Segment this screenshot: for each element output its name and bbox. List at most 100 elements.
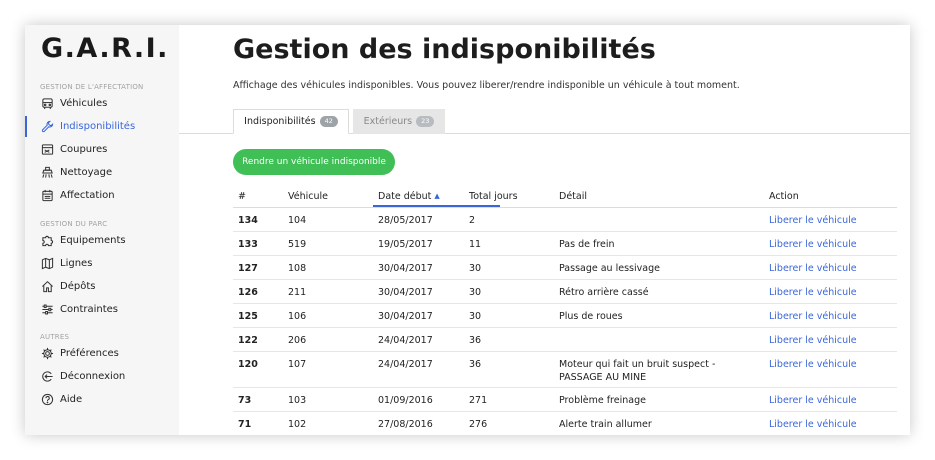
sidebar-item-label: Contraintes xyxy=(60,304,118,315)
sidebar-item-depots[interactable]: Dépôts xyxy=(25,276,179,297)
cleaning-icon xyxy=(41,166,54,179)
sidebar-item-contraintes[interactable]: Contraintes xyxy=(25,299,179,320)
release-vehicle-link[interactable]: Liberer le véhicule xyxy=(769,262,857,275)
cell-vehicle: 519 xyxy=(288,239,307,250)
cell-detail: Pas de frein xyxy=(559,239,615,250)
tab-indisponibilites[interactable]: Indisponibilités 42 xyxy=(233,109,349,134)
column-header-label: Date début xyxy=(378,191,432,202)
cell-total-days: 30 xyxy=(469,287,482,298)
sidebar-item-vehicules[interactable]: Véhicules xyxy=(25,93,179,114)
column-header-detail[interactable]: Détail xyxy=(559,191,587,202)
table-row: 120 107 24/04/2017 36 Moteur qui fait un bru… xyxy=(233,352,897,388)
cell-total-days: 36 xyxy=(469,359,482,370)
column-header-date[interactable]: Date début ▲ xyxy=(373,191,500,207)
cell-id: 122 xyxy=(238,335,258,346)
cell-vehicle: 108 xyxy=(288,263,307,274)
table-row: 122 206 24/04/2017 36 Liberer le véhicule xyxy=(233,328,897,352)
cell-date: 27/08/2016 xyxy=(378,419,433,430)
unavailability-table: # Véhicule Date début ▲ Total jours Détai… xyxy=(233,187,897,435)
sidebar-item-equipements[interactable]: Equipements xyxy=(25,230,179,251)
cell-vehicle: 206 xyxy=(288,335,307,346)
tab-label: Extérieurs xyxy=(363,116,413,127)
make-unavailable-button[interactable]: Rendre un véhicule indisponible xyxy=(233,149,395,175)
release-vehicle-link[interactable]: Liberer le véhicule xyxy=(769,238,857,251)
cell-date: 01/09/2016 xyxy=(378,395,433,406)
table-row: 134 104 28/05/2017 2 Liberer le véhicule xyxy=(233,208,897,232)
cell-vehicle: 103 xyxy=(288,395,307,406)
puzzle-icon xyxy=(41,234,54,247)
page-subtitle: Affichage des véhicules indisponibles. V… xyxy=(233,80,740,91)
home-icon xyxy=(41,280,54,293)
release-vehicle-link[interactable]: Liberer le véhicule xyxy=(769,358,857,371)
cell-id: 125 xyxy=(238,311,258,322)
cell-id: 127 xyxy=(238,263,258,274)
cell-date: 24/04/2017 xyxy=(378,335,433,346)
sidebar-item-deconnexion[interactable]: Déconnexion xyxy=(25,366,179,387)
column-header-action: Action xyxy=(769,191,799,202)
cell-total-days: 30 xyxy=(469,311,482,322)
tab-exterieurs[interactable]: Extérieurs 23 xyxy=(353,109,445,134)
sidebar-item-label: Nettoyage xyxy=(60,167,113,178)
cell-detail: Problème freinage xyxy=(559,395,646,406)
table-row: 126 211 30/04/2017 30 Rétro arrière cassé Lib… xyxy=(233,280,897,304)
sidebar-item-label: Préférences xyxy=(60,348,119,359)
app-window: G.A.R.I. GESTION DE L'AFFECTATION Véhicu… xyxy=(25,25,910,435)
sidebar-item-preferences[interactable]: Préférences xyxy=(25,343,179,364)
vehicle-icon xyxy=(41,97,54,110)
cell-detail: Moteur qui fait un bruit suspect - PASSA… xyxy=(559,359,716,383)
cell-vehicle: 102 xyxy=(288,419,307,430)
cell-id: 133 xyxy=(238,239,258,250)
count-badge: 42 xyxy=(319,116,338,127)
cell-total-days: 36 xyxy=(469,335,482,346)
wrench-icon xyxy=(41,120,54,133)
sidebar-item-affectation[interactable]: Affectation xyxy=(25,185,179,206)
cell-vehicle: 104 xyxy=(288,215,307,226)
section-title-parc: GESTION DU PARC xyxy=(40,220,108,228)
release-vehicle-link[interactable]: Liberer le véhicule xyxy=(769,418,857,431)
table-body: 134 104 28/05/2017 2 Liberer le véhicule 133 5… xyxy=(233,208,897,435)
cell-total-days: 276 xyxy=(469,419,488,430)
sidebar-item-label: Coupures xyxy=(60,144,108,155)
cell-total-days: 30 xyxy=(469,263,482,274)
section-title-affectation: GESTION DE L'AFFECTATION xyxy=(40,83,144,91)
cell-date: 30/04/2017 xyxy=(378,311,433,322)
main-content: Gestion des indisponibilités Affichage d… xyxy=(179,25,910,435)
table-header: # Véhicule Date début ▲ Total jours Détai… xyxy=(233,187,897,208)
sidebar-item-label: Lignes xyxy=(60,258,93,269)
release-vehicle-link[interactable]: Liberer le véhicule xyxy=(769,334,857,347)
release-vehicle-link[interactable]: Liberer le véhicule xyxy=(769,310,857,323)
count-badge: 23 xyxy=(416,116,435,127)
cell-id: 71 xyxy=(238,419,252,430)
cell-date: 30/04/2017 xyxy=(378,287,433,298)
cell-date: 24/04/2017 xyxy=(378,359,433,370)
map-icon xyxy=(41,257,54,270)
cell-detail: Passage au lessivage xyxy=(559,263,660,274)
cell-id: 120 xyxy=(238,359,258,370)
cut-icon xyxy=(41,143,54,156)
cell-detail: Rétro arrière cassé xyxy=(559,287,649,298)
column-header-total-days[interactable]: Total jours xyxy=(469,191,518,202)
sidebar-item-coupures[interactable]: Coupures xyxy=(25,139,179,160)
table-row: 133 519 19/05/2017 11 Pas de frein Liberer le… xyxy=(233,232,897,256)
sidebar-item-label: Aide xyxy=(60,394,83,405)
cell-date: 28/05/2017 xyxy=(378,215,433,226)
column-header-vehicle[interactable]: Véhicule xyxy=(288,191,328,202)
sidebar-item-label: Indisponibilités xyxy=(60,121,136,132)
release-vehicle-link[interactable]: Liberer le véhicule xyxy=(769,394,857,407)
sidebar-item-aide[interactable]: Aide xyxy=(25,389,179,410)
section-title-autres: AUTRES xyxy=(40,333,70,341)
sidebar-item-label: Véhicules xyxy=(60,98,108,109)
cell-total-days: 11 xyxy=(469,239,482,250)
release-vehicle-link[interactable]: Liberer le véhicule xyxy=(769,286,857,299)
sidebar-item-nettoyage[interactable]: Nettoyage xyxy=(25,162,179,183)
sidebar-item-label: Dépôts xyxy=(60,281,96,292)
sidebar-item-lignes[interactable]: Lignes xyxy=(25,253,179,274)
sort-ascending-icon: ▲ xyxy=(434,192,440,200)
release-vehicle-link[interactable]: Liberer le véhicule xyxy=(769,214,857,227)
logout-icon xyxy=(41,370,54,383)
sidebar-item-indisponibilites[interactable]: Indisponibilités xyxy=(25,116,179,137)
gear-icon xyxy=(41,347,54,360)
column-header-id[interactable]: # xyxy=(238,191,246,202)
cell-vehicle: 211 xyxy=(288,287,307,298)
calendar-icon xyxy=(41,189,54,202)
